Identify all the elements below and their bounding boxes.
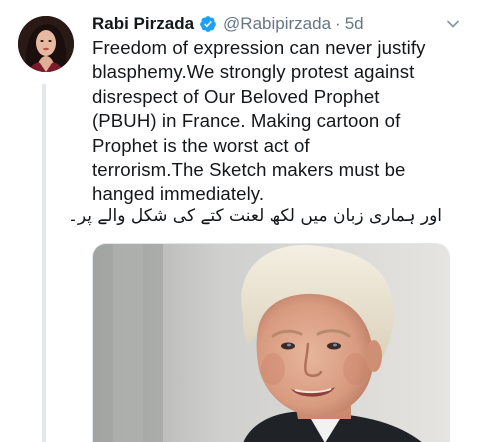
tweet-header: Rabi Pirzada @Rabipirzada · 5d	[92, 12, 465, 36]
tweet-text-line: Prophet is the worst act of	[92, 134, 310, 156]
tweet-text-line: (PBUH) in France. Making cartoon of	[92, 110, 401, 132]
timestamp[interactable]: 5d	[345, 14, 364, 34]
tweet-text: Freedom of expression can never justify …	[92, 36, 462, 207]
tweet-text-urdu: اور ہماری زبان میں لکھ لعنت کتے کی شکل و…	[67, 206, 442, 226]
tweet-text-line: Freedom of expression can never justify	[92, 37, 426, 58]
tweet-text-line: blasphemy.We strongly protest against	[92, 61, 415, 83]
tweet-text-line: terrorism.The Sketch makers must be	[92, 159, 406, 181]
chevron-down-icon[interactable]	[445, 16, 461, 32]
avatar[interactable]	[18, 16, 74, 72]
display-name[interactable]: Rabi Pirzada	[92, 14, 194, 34]
tweet-text-line: disrespect of Our Beloved Prophet	[92, 85, 380, 107]
media-image[interactable]	[92, 243, 450, 442]
handle[interactable]: @Rabipirzada	[223, 14, 331, 34]
verified-badge-icon	[199, 15, 217, 33]
separator-dot: ·	[335, 14, 341, 33]
thread-line	[42, 84, 46, 442]
tweet[interactable]: Rabi Pirzada @Rabipirzada · 5d Freedom o…	[0, 0, 479, 442]
